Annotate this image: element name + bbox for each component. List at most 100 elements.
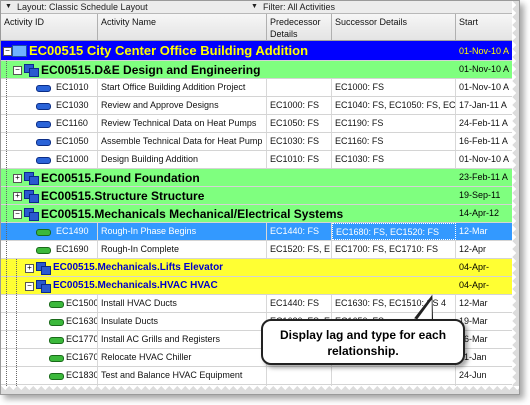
tree-guide-line: [6, 241, 7, 258]
successor-details-cell[interactable]: EC1160: FS: [332, 133, 456, 150]
start-cell[interactable]: 01-Nov-10 A: [456, 79, 519, 96]
col-start[interactable]: Start: [456, 14, 519, 40]
start-cell[interactable]: 26-Mar: [456, 331, 519, 348]
filter-label[interactable]: Filter: All Activities: [263, 1, 335, 13]
activity-name-cell[interactable]: Rough-In Complete: [98, 241, 267, 258]
activity-row[interactable]: EC1030 Review and Approve Designs EC1000: …: [1, 97, 519, 115]
predecessor-details-cell[interactable]: EC1520: FS, E: [267, 241, 332, 258]
predecessor-details-cell[interactable]: EC1000: FS: [267, 97, 332, 114]
col-successor-details[interactable]: Successor Details: [332, 14, 456, 40]
tree-guide-line: [6, 97, 7, 114]
activity-id-cell[interactable]: EC1670: [63, 349, 98, 366]
col-predecessor-details[interactable]: Predecessor Details: [267, 14, 332, 40]
activity-id-cell[interactable]: EC1010: [53, 79, 98, 96]
wbs-title: EC00515.D&E Design and Engineering: [41, 63, 261, 77]
start-cell[interactable]: 12-Mar: [456, 223, 519, 240]
activity-name-cell[interactable]: Rough-In Phase Begins: [98, 223, 267, 240]
collapse-icon[interactable]: −: [3, 47, 12, 56]
successor-details-cell[interactable]: EC1030: FS: [332, 151, 456, 168]
layout-label[interactable]: Layout: Classic Schedule Layout: [17, 1, 148, 13]
activity-name-cell[interactable]: Insulate Ducts: [98, 313, 267, 330]
wbs-row[interactable]: − EC00515.Mechanicals Mechanical/Electric…: [1, 205, 519, 223]
wbs-row[interactable]: + EC00515.Found Foundation 23-Feb-11 A: [1, 169, 519, 187]
tree-guide-line: [16, 277, 17, 294]
col-activity-id[interactable]: Activity ID: [1, 14, 98, 40]
activity-name-cell[interactable]: Review and Approve Designs: [98, 97, 267, 114]
wbs-node-icon: [36, 280, 51, 293]
activity-name-cell[interactable]: Start Office Building Addition Project: [98, 79, 267, 96]
activity-id-cell[interactable]: EC1630: [63, 313, 98, 330]
predecessor-details-cell[interactable]: [267, 79, 332, 96]
successor-details-cell[interactable]: EC1000: FS: [332, 79, 456, 96]
activity-name-cell[interactable]: Design Building Addition: [98, 151, 267, 168]
successor-details-cell[interactable]: [332, 367, 456, 384]
activity-id-cell[interactable]: EC1000: [53, 151, 98, 168]
activity-row[interactable]: EC1000 Design Building Addition EC1010: FS…: [1, 151, 519, 169]
expand-icon[interactable]: +: [25, 264, 34, 273]
predecessor-details-cell[interactable]: EC1030: FS: [267, 133, 332, 150]
activity-row[interactable]: EC1690 Rough-In Complete EC1520: FS, E EC17…: [1, 241, 519, 259]
wbs-row[interactable]: + EC00515.Structure Structure 19-Sep-11: [1, 187, 519, 205]
activity-name-cell[interactable]: Install AC Grills and Registers: [98, 331, 267, 348]
expand-icon[interactable]: +: [13, 192, 22, 201]
activity-name-cell[interactable]: Assemble Technical Data for Heat Pump: [98, 133, 267, 150]
start-cell[interactable]: 12-Mar: [456, 295, 519, 312]
tree-guide-line: [16, 349, 17, 366]
activity-name-cell[interactable]: Install HVAC Ducts: [98, 295, 267, 312]
torn-edge-bottom: [1, 386, 519, 394]
activity-bar-icon: [49, 337, 64, 344]
start-cell[interactable]: 16-Feb-11 A: [456, 133, 519, 150]
start-cell[interactable]: 31-Jan: [456, 349, 519, 366]
tree-guide-line: [6, 133, 7, 150]
predecessor-details-cell[interactable]: EC1010: FS: [267, 151, 332, 168]
activity-id-cell[interactable]: EC1830: [63, 367, 98, 384]
activity-id-cell[interactable]: EC1690: [53, 241, 98, 258]
activity-name-cell[interactable]: Review Technical Data on Heat Pumps: [98, 115, 267, 132]
layout-dropdown-icon[interactable]: ▼: [5, 1, 12, 13]
wbs-row[interactable]: − EC00515 City Center Office Building Add…: [1, 41, 519, 61]
activity-id-cell[interactable]: EC1050: [53, 133, 98, 150]
collapse-icon[interactable]: −: [25, 282, 34, 291]
activity-id-cell[interactable]: EC1030: [53, 97, 98, 114]
start-cell[interactable]: 24-Jun: [456, 367, 519, 384]
col-activity-name[interactable]: Activity Name: [98, 14, 267, 40]
tree-guide-line: [6, 79, 7, 96]
start-cell[interactable]: 17-Jan-11 A: [456, 97, 519, 114]
predecessor-details-cell[interactable]: EC1440: FS: [267, 295, 332, 312]
activity-row[interactable]: EC1050 Assemble Technical Data for Heat P…: [1, 133, 519, 151]
wbs-node-icon: [24, 64, 39, 77]
predecessor-details-cell[interactable]: [267, 367, 332, 384]
start-cell[interactable]: 19-Mar: [456, 313, 519, 330]
predecessor-details-cell[interactable]: EC1050: FS: [267, 115, 332, 132]
callout-note: Display lag and type for each relationsh…: [261, 319, 465, 365]
activity-id-cell[interactable]: EC1770: [63, 331, 98, 348]
activity-row[interactable]: EC1010 Start Office Building Addition Pro…: [1, 79, 519, 97]
activity-id-cell[interactable]: EC1160: [53, 115, 98, 132]
successor-details-cell[interactable]: EC1700: FS, EC1710: FS: [332, 241, 456, 258]
successor-details-cell[interactable]: EC1040: FS, EC1050: FS, EC: [332, 97, 456, 114]
start-cell[interactable]: 24-Feb-11 A: [456, 115, 519, 132]
collapse-icon[interactable]: −: [13, 210, 22, 219]
activity-name-cell[interactable]: Relocate HVAC Chiller: [98, 349, 267, 366]
wbs-title: EC00515.Structure Structure: [41, 189, 205, 203]
expand-icon[interactable]: +: [13, 174, 22, 183]
wbs-row[interactable]: + EC00515.Mechanicals.Lifts Elevator 04-Ap…: [1, 259, 519, 277]
activity-row[interactable]: EC1830 Test and Balance HVAC Equipment 24-…: [1, 367, 519, 385]
successor-details-cell[interactable]: EC1680: FS, EC1520: FS: [332, 223, 456, 240]
activity-bar-icon: [49, 319, 64, 326]
activity-id-cell[interactable]: EC1500: [63, 295, 98, 312]
filter-dropdown-icon[interactable]: ▼: [251, 1, 258, 13]
activity-id-cell[interactable]: EC1490: [53, 223, 98, 240]
wbs-row[interactable]: − EC00515.D&E Design and Engineering 01-No…: [1, 61, 519, 79]
wbs-row[interactable]: − EC00515.Mechanicals.HVAC HVAC 04-Apr-: [1, 277, 519, 295]
start-cell[interactable]: 12-Apr: [456, 241, 519, 258]
start-cell[interactable]: 01-Nov-10 A: [456, 151, 519, 168]
activity-name-cell[interactable]: Test and Balance HVAC Equipment: [98, 367, 267, 384]
activity-row[interactable]: EC1160 Review Technical Data on Heat Pump…: [1, 115, 519, 133]
collapse-icon[interactable]: −: [13, 66, 22, 75]
wbs-node-icon: [24, 208, 39, 221]
successor-details-cell[interactable]: EC1190: FS: [332, 115, 456, 132]
activity-row-selected[interactable]: EC1490 Rough-In Phase Begins EC1440: FS EC1…: [1, 223, 519, 241]
activity-bar-icon: [36, 85, 51, 92]
predecessor-details-cell[interactable]: EC1440: FS: [267, 223, 332, 240]
